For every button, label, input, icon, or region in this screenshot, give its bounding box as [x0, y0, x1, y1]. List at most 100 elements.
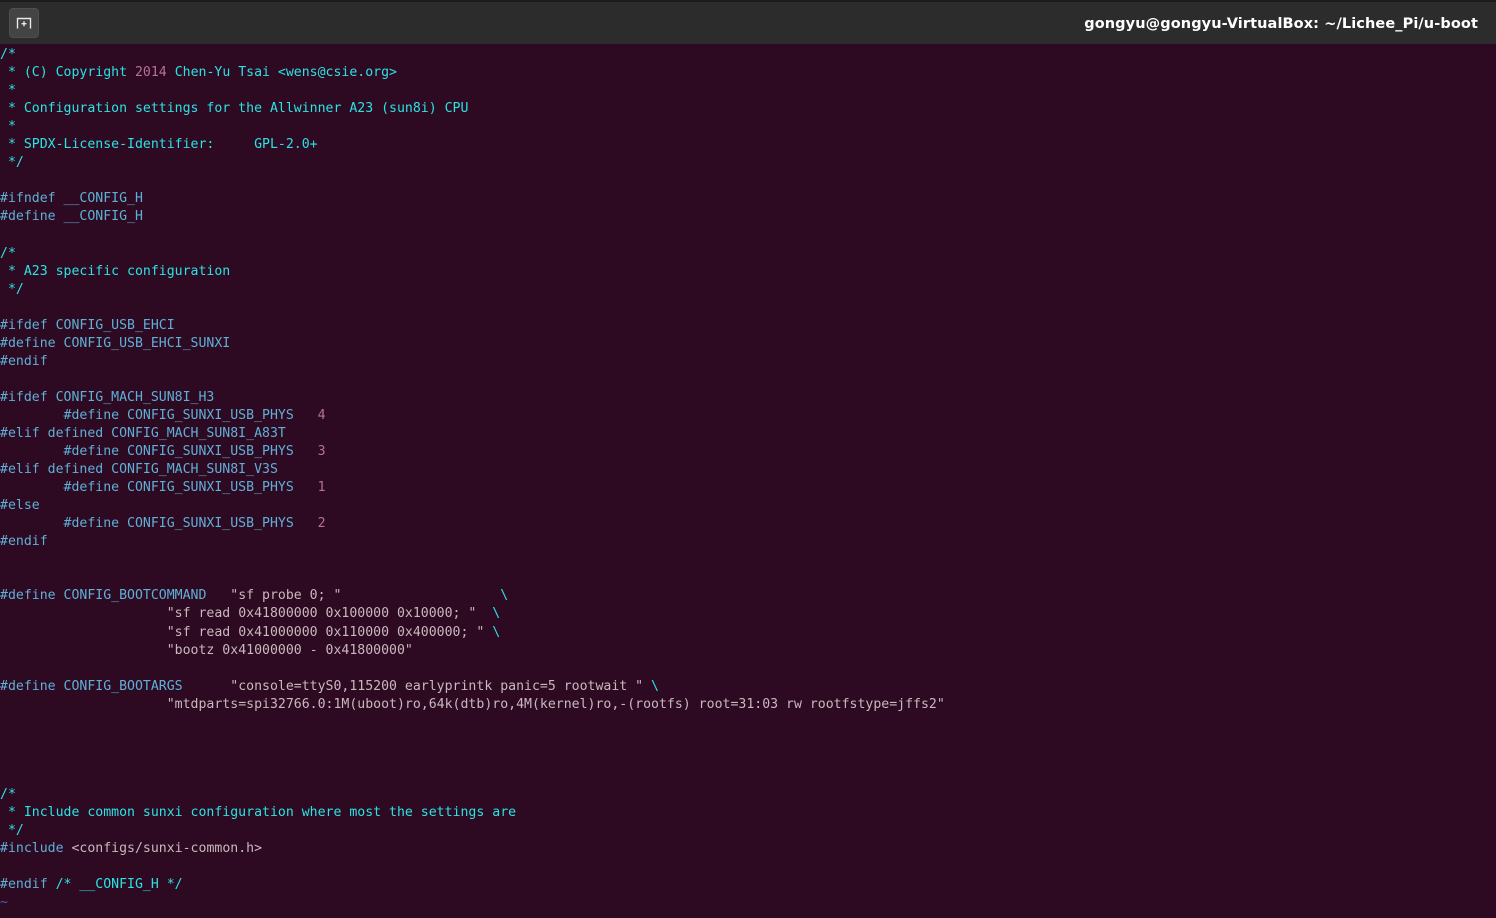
terminal-screen[interactable]: /* * (C) Copyright 2014 Chen-Yu Tsai <we… [0, 44, 1496, 918]
code-line: #else [0, 497, 945, 515]
code-token: * (C) Copyright [0, 65, 135, 81]
code-line: #define CONFIG_SUNXI_USB_PHYS 2 [0, 515, 945, 533]
code-token: * Configuration settings for the Allwinn… [0, 101, 469, 117]
code-line: #define CONFIG_USB_EHCI_SUNXI [0, 335, 945, 353]
code-token: #else [0, 498, 40, 514]
code-token: #define CONFIG_BOOTARGS [0, 678, 231, 694]
code-line: #define CONFIG_SUNXI_USB_PHYS 3 [0, 443, 945, 461]
window-title: gongyu@gongyu-VirtualBox: ~/Lichee_Pi/u-… [1084, 16, 1478, 32]
code-line: /* [0, 46, 945, 64]
code-line: #define CONFIG_SUNXI_USB_PHYS 4 [0, 407, 945, 425]
code-line: * [0, 82, 945, 100]
code-token: #include [0, 841, 72, 857]
code-token: #define CONFIG_USB_EHCI_SUNXI [0, 335, 231, 351]
code-token: #define CONFIG_SUNXI_USB_PHYS [0, 480, 318, 496]
code-token: ~ [0, 895, 8, 911]
code-token: #ifdef CONFIG_MACH_SUN8I_H3 [0, 389, 215, 405]
code-line: /* [0, 245, 945, 263]
code-line: * A23 specific configuration [0, 263, 945, 281]
code-token: "sf probe 0; " [230, 588, 342, 604]
new-tab-button[interactable] [9, 8, 39, 38]
code-line: #ifndef __CONFIG_H [0, 190, 945, 208]
code-token: 1 [317, 480, 326, 496]
code-line: #endif [0, 533, 945, 551]
code-token: "sf read 0x41800000 0x100000 0x10000; " [166, 606, 477, 622]
code-token: 2 [317, 516, 326, 532]
code-line: * (C) Copyright 2014 Chen-Yu Tsai <wens@… [0, 64, 945, 82]
code-line: */ [0, 281, 945, 299]
code-token: Chen-Yu Tsai <wens@csie.org> [166, 65, 397, 81]
vim-buffer: /* * (C) Copyright 2014 Chen-Yu Tsai <we… [0, 46, 945, 918]
new-tab-icon [15, 15, 33, 31]
code-token: #define CONFIG_SUNXI_USB_PHYS [0, 407, 318, 423]
code-token: #endif [0, 877, 56, 893]
code-line: */ [0, 154, 945, 172]
code-token: * [0, 119, 16, 135]
window-titlebar: gongyu@gongyu-VirtualBox: ~/Lichee_Pi/u-… [0, 0, 1496, 44]
code-line: #elif defined CONFIG_MACH_SUN8I_V3S [0, 461, 945, 479]
code-token: 2014 [134, 65, 167, 81]
code-line: #ifdef CONFIG_USB_EHCI [0, 317, 945, 335]
code-token: "console=ttyS0,115200 earlyprintk panic=… [230, 678, 644, 694]
code-token: * A23 specific configuration [0, 263, 231, 279]
code-line: #define CONFIG_BOOTCOMMAND "sf probe 0; … [0, 587, 945, 605]
code-token: #define __CONFIG_H [0, 209, 143, 225]
code-token: \ [484, 624, 501, 640]
code-token: #define CONFIG_BOOTCOMMAND [0, 588, 231, 604]
code-token: 3 [317, 444, 326, 460]
code-line: /* [0, 786, 945, 804]
code-token: "sf read 0x41000000 0x110000 0x400000; " [166, 624, 485, 640]
terminal-window: gongyu@gongyu-VirtualBox: ~/Lichee_Pi/u-… [0, 0, 1496, 918]
code-line: #define CONFIG_BOOTARGS "console=ttyS0,1… [0, 678, 945, 696]
code-line: * SPDX-License-Identifier: GPL-2.0+ [0, 136, 945, 154]
code-token: "bootz 0x41000000 - 0x41800000" [166, 642, 413, 658]
code-line: #elif defined CONFIG_MACH_SUN8I_A83T [0, 425, 945, 443]
code-line: * [0, 118, 945, 136]
code-token: \ [341, 588, 509, 604]
code-token: */ [0, 155, 24, 171]
code-line: "sf read 0x41800000 0x100000 0x10000; " … [0, 605, 945, 623]
code-token: */ [0, 281, 24, 297]
code-token: /* [0, 47, 16, 62]
code-token: #define CONFIG_SUNXI_USB_PHYS [0, 516, 318, 532]
code-token: 4 [317, 407, 326, 423]
code-token: \ [476, 606, 501, 622]
code-line: #define CONFIG_SUNXI_USB_PHYS 1 [0, 479, 945, 497]
code-token: */ [0, 823, 24, 839]
code-token: "mtdparts=spi32766.0:1M(uboot)ro,64k(dtb… [166, 696, 945, 712]
code-line: "mtdparts=spi32766.0:1M(uboot)ro,64k(dtb… [0, 696, 945, 714]
code-token: #define CONFIG_SUNXI_USB_PHYS [0, 444, 318, 460]
code-token: /* [0, 786, 16, 802]
code-token: #ifdef CONFIG_USB_EHCI [0, 317, 175, 333]
code-line: * Configuration settings for the Allwinn… [0, 100, 945, 118]
code-line: #ifdef CONFIG_MACH_SUN8I_H3 [0, 389, 945, 407]
code-line: #include <configs/sunxi-common.h> [0, 840, 945, 858]
code-token: * [0, 83, 16, 99]
code-token: \ [643, 678, 659, 694]
code-token: #endif [0, 353, 48, 369]
code-line: */ [0, 822, 945, 840]
code-token: <configs/sunxi-common.h> [71, 841, 263, 857]
code-token: #endif [0, 534, 48, 550]
code-token: /* __CONFIG_H */ [55, 877, 183, 893]
code-line: ~ [0, 894, 945, 912]
code-token: #elif defined CONFIG_MACH_SUN8I_A83T [0, 425, 286, 441]
code-token: * SPDX-License-Identifier: GPL-2.0+ [0, 137, 318, 153]
